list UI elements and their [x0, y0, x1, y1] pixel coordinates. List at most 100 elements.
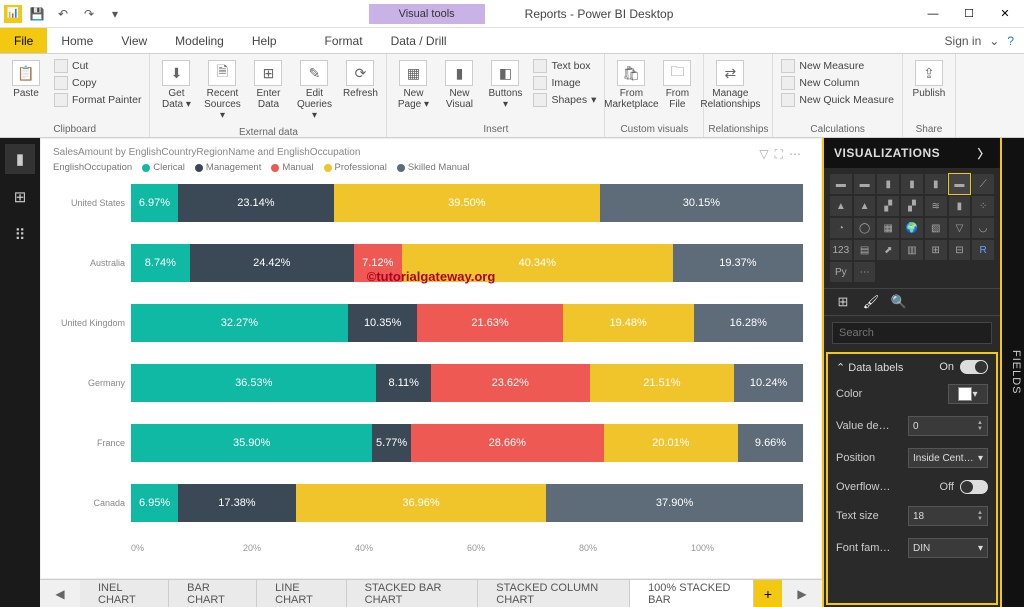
data-view-icon[interactable]: ⊞: [5, 182, 35, 212]
viz-clustered-bar-icon[interactable]: ▬: [854, 174, 876, 194]
viz-r-icon[interactable]: R: [972, 240, 994, 260]
window-maximize-button[interactable]: ☐: [952, 1, 986, 27]
bar-segment[interactable]: 20.01%: [604, 424, 738, 462]
viz-line-icon[interactable]: ⟋: [972, 174, 994, 194]
sheet-tab[interactable]: BAR CHART: [169, 580, 257, 607]
new-measure-button[interactable]: New Measure: [779, 58, 896, 74]
viz-slicer-icon[interactable]: ▥: [901, 240, 923, 260]
viz-matrix-icon[interactable]: ⊟: [949, 240, 971, 260]
tab-modeling[interactable]: Modeling: [161, 28, 238, 53]
window-minimize-button[interactable]: —: [916, 1, 950, 27]
viz-combo1-icon[interactable]: ▞: [877, 196, 899, 216]
image-button[interactable]: Image: [531, 75, 598, 91]
publish-button[interactable]: ⇪Publish: [907, 56, 951, 103]
viz-multi-card-icon[interactable]: ▤: [854, 240, 876, 260]
buttons-button[interactable]: ◧Buttons ▾: [483, 56, 527, 114]
textsize-input[interactable]: 18▲▼: [908, 506, 988, 526]
bar-segment[interactable]: 16.28%: [694, 304, 803, 342]
tab-home[interactable]: Home: [47, 28, 107, 53]
bar-segment[interactable]: 10.24%: [734, 364, 803, 402]
viz-more-icon[interactable]: ⋯: [854, 262, 876, 282]
sheet-tab[interactable]: STACKED BAR CHART: [347, 580, 479, 607]
sheet-next-icon[interactable]: ▶: [782, 580, 822, 607]
viz-donut-icon[interactable]: ◯: [854, 218, 876, 238]
bar-segment[interactable]: 9.66%: [738, 424, 803, 462]
viz-treemap-icon[interactable]: ▦: [877, 218, 899, 238]
bar-segment[interactable]: 5.77%: [372, 424, 411, 462]
bar-segment[interactable]: 19.37%: [673, 244, 803, 282]
copy-button[interactable]: Copy: [52, 75, 143, 91]
bar-segment[interactable]: 6.97%: [131, 184, 178, 222]
visual-focus-icon[interactable]: ⛶: [775, 147, 783, 162]
edit-queries-button[interactable]: ✎Edit Queries ▾: [292, 56, 336, 125]
format-tab-icon[interactable]: 🖌: [862, 293, 880, 311]
tab-data-drill[interactable]: Data / Drill: [377, 28, 461, 53]
sheet-tab[interactable]: 100% STACKED BAR: [630, 580, 754, 607]
viz-combo2-icon[interactable]: ▞: [901, 196, 923, 216]
stacked-bar[interactable]: 32.27%10.35%21.63%19.48%16.28%: [131, 304, 803, 342]
format-painter-button[interactable]: Format Painter: [52, 92, 143, 108]
from-marketplace-button[interactable]: 🛍From Marketplace: [609, 56, 653, 114]
format-search-input[interactable]: [832, 322, 992, 344]
bar-segment[interactable]: 36.96%: [296, 484, 546, 522]
viz-gauge-icon[interactable]: ◡: [972, 218, 994, 238]
qat-save-icon[interactable]: 💾: [26, 3, 48, 25]
bar-segment[interactable]: 23.62%: [431, 364, 590, 402]
bar-segment[interactable]: 7.12%: [354, 244, 402, 282]
refresh-button[interactable]: ⟳Refresh: [338, 56, 382, 103]
bar-segment[interactable]: 40.34%: [402, 244, 673, 282]
new-column-button[interactable]: New Column: [779, 75, 896, 91]
stacked-bar[interactable]: 6.95%17.38%36.96%37.90%: [131, 484, 803, 522]
viz-100-bar-icon[interactable]: ▬: [949, 174, 971, 194]
viz-ribbon-icon[interactable]: ≋: [925, 196, 947, 216]
bar-segment[interactable]: 6.95%: [131, 484, 178, 522]
cut-button[interactable]: Cut: [52, 58, 143, 74]
viz-clustered-column-icon[interactable]: ▮: [901, 174, 923, 194]
add-sheet-button[interactable]: +: [754, 580, 782, 607]
analytics-tab-icon[interactable]: 🔍: [890, 293, 908, 311]
stacked-bar[interactable]: 36.53%8.11%23.62%21.51%10.24%: [131, 364, 803, 402]
report-canvas[interactable]: ▽ ⛶ ⋯ SalesAmount by EnglishCountryRegio…: [41, 139, 821, 578]
bar-segment[interactable]: 17.38%: [178, 484, 296, 522]
qat-undo-icon[interactable]: ↶: [52, 3, 74, 25]
viz-stacked-column-icon[interactable]: ▮: [877, 174, 899, 194]
bar-segment[interactable]: 8.11%: [376, 364, 430, 402]
visual-more-icon[interactable]: ⋯: [789, 147, 801, 162]
tab-format[interactable]: Format: [311, 28, 377, 53]
fields-pane-collapsed[interactable]: FIELDS: [1002, 138, 1024, 607]
qat-redo-icon[interactable]: ↷: [78, 3, 100, 25]
viz-map-icon[interactable]: 🌍: [901, 218, 923, 238]
bar-segment[interactable]: 21.63%: [417, 304, 562, 342]
bar-segment[interactable]: 23.14%: [178, 184, 334, 222]
bar-segment[interactable]: 36.53%: [131, 364, 376, 402]
viz-table-icon[interactable]: ⊞: [925, 240, 947, 260]
bar-segment[interactable]: 28.66%: [411, 424, 604, 462]
chevron-down-icon[interactable]: ⌄: [989, 34, 999, 48]
tab-view[interactable]: View: [107, 28, 161, 53]
new-visual-button[interactable]: ▮New Visual: [437, 56, 481, 114]
color-picker[interactable]: ▾: [948, 384, 988, 404]
bar-segment[interactable]: 32.27%: [131, 304, 348, 342]
viz-card-icon[interactable]: 123: [830, 240, 852, 260]
bar-segment[interactable]: 39.50%: [334, 184, 600, 222]
new-quick-measure-button[interactable]: New Quick Measure: [779, 92, 896, 108]
bar-segment[interactable]: 10.35%: [348, 304, 418, 342]
fontfam-dropdown[interactable]: DIN▾: [908, 538, 988, 558]
viz-area-icon[interactable]: ▲: [830, 196, 852, 216]
stacked-bar[interactable]: 35.90%5.77%28.66%20.01%9.66%: [131, 424, 803, 462]
sheet-tab[interactable]: STACKED COLUMN CHART: [478, 580, 630, 607]
bar-segment[interactable]: 30.15%: [600, 184, 803, 222]
fields-tab-icon[interactable]: ⊞: [834, 293, 852, 311]
collapse-pane-icon[interactable]: 〉: [977, 145, 990, 162]
tab-file[interactable]: File: [0, 28, 47, 53]
help-icon[interactable]: ?: [1007, 34, 1014, 48]
textbox-button[interactable]: Text box: [531, 58, 598, 74]
section-title[interactable]: Data labels: [848, 362, 903, 374]
recent-sources-button[interactable]: 🗎Recent Sources ▾: [200, 56, 244, 125]
viz-pie-icon[interactable]: ◔: [830, 218, 852, 238]
viz-100-column-icon[interactable]: ▮: [925, 174, 947, 194]
viz-funnel-icon[interactable]: ▽: [949, 218, 971, 238]
stacked-bar[interactable]: 6.97%23.14%39.50%30.15%: [131, 184, 803, 222]
viz-kpi-icon[interactable]: ⬈: [877, 240, 899, 260]
position-dropdown[interactable]: Inside Cent…▾: [908, 448, 988, 468]
